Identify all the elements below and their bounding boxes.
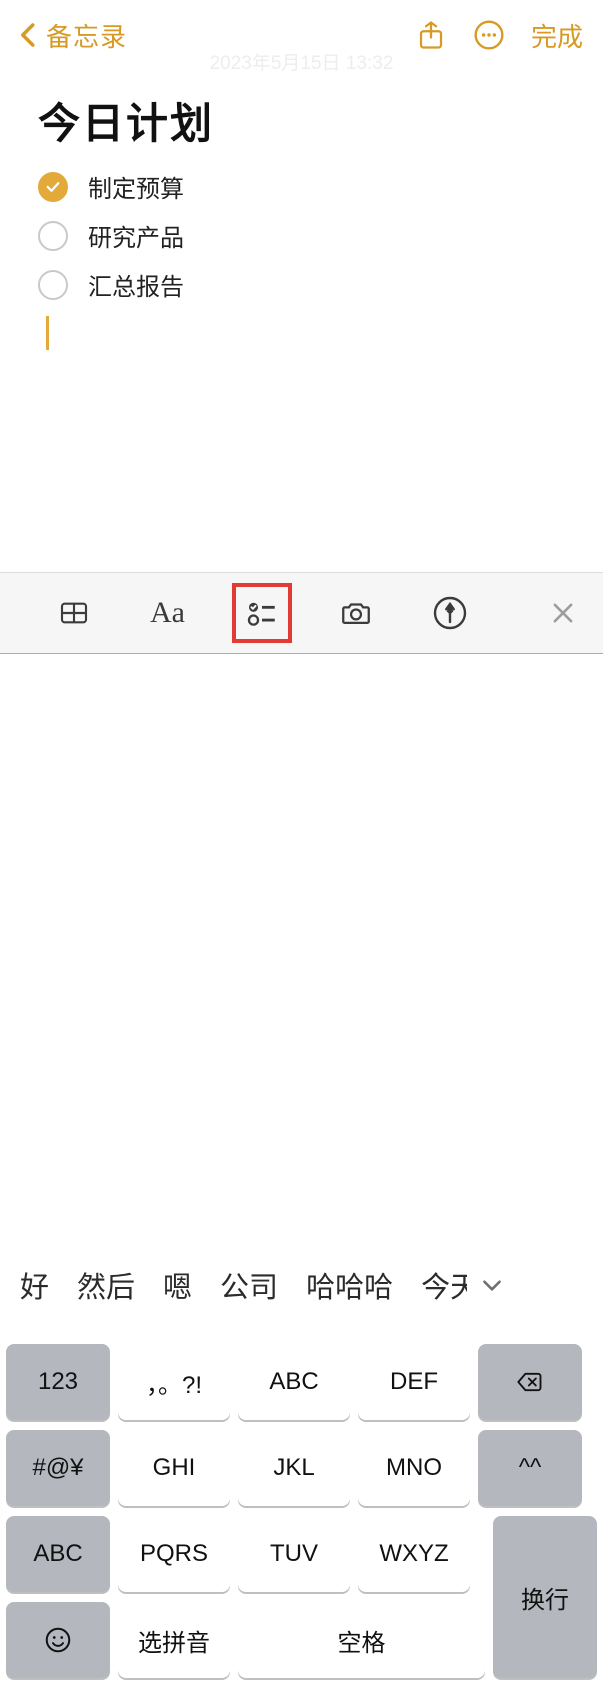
- key-jkl[interactable]: JKL: [238, 1430, 350, 1506]
- key-pinyin[interactable]: 选拼音: [118, 1602, 230, 1678]
- checkbox-unchecked[interactable]: [38, 221, 68, 251]
- more-button[interactable]: [465, 11, 513, 59]
- ellipsis-circle-icon: [473, 19, 505, 51]
- pen-circle-icon: [432, 595, 468, 631]
- checklist-item-text[interactable]: 制定预算: [88, 169, 184, 204]
- camera-button[interactable]: [326, 583, 386, 643]
- share-button[interactable]: [407, 11, 455, 59]
- suggestion[interactable]: 然后: [63, 1264, 149, 1306]
- checklist-item[interactable]: 汇总报告: [38, 267, 565, 302]
- key-emoji[interactable]: [6, 1602, 110, 1678]
- suggestion-expand[interactable]: [467, 1272, 517, 1298]
- suggestion[interactable]: 哈哈哈: [292, 1264, 407, 1306]
- suggestion[interactable]: 今天: [407, 1264, 467, 1306]
- keyboard-grid: 123 ，。?! ABC DEF #@¥ GHI JKL MNO ^^: [0, 1344, 603, 1684]
- camera-icon: [337, 596, 375, 630]
- note-toolbar: Aa: [0, 572, 603, 654]
- key-tuv[interactable]: TUV: [238, 1516, 350, 1592]
- key-pqrs[interactable]: PQRS: [118, 1516, 230, 1592]
- suggestion-row: 好 然后 嗯 公司 哈哈哈 今天: [0, 1226, 603, 1344]
- chevron-down-icon: [479, 1272, 505, 1298]
- close-icon: [549, 599, 577, 627]
- checklist-button[interactable]: [232, 583, 292, 643]
- key-ghi[interactable]: GHI: [118, 1430, 230, 1506]
- key-def[interactable]: DEF: [358, 1344, 470, 1420]
- note-title[interactable]: 今日计划: [38, 90, 565, 151]
- done-button[interactable]: 完成: [531, 17, 583, 54]
- key-abc-mode[interactable]: ABC: [6, 1516, 110, 1592]
- key-emoticon[interactable]: ^^: [478, 1430, 582, 1506]
- share-icon: [416, 18, 446, 52]
- key-symbols[interactable]: #@¥: [6, 1430, 110, 1506]
- key-punctuation[interactable]: ，。?!: [118, 1344, 230, 1420]
- checkbox-unchecked[interactable]: [38, 270, 68, 300]
- table-button[interactable]: [44, 583, 104, 643]
- key-numbers[interactable]: 123: [6, 1344, 110, 1420]
- key-wxyz[interactable]: WXYZ: [358, 1516, 470, 1592]
- toolbar-close-button[interactable]: [523, 599, 603, 627]
- key-mno[interactable]: MNO: [358, 1430, 470, 1506]
- checklist-icon: [243, 596, 281, 630]
- emoji-icon: [43, 1625, 73, 1655]
- key-abc[interactable]: ABC: [238, 1344, 350, 1420]
- key-space[interactable]: 空格: [238, 1602, 485, 1678]
- key-enter[interactable]: 换行: [493, 1516, 597, 1678]
- format-button[interactable]: Aa: [138, 583, 198, 643]
- check-icon: [44, 178, 62, 196]
- table-icon: [55, 597, 93, 629]
- checklist-item-text[interactable]: 研究产品: [88, 218, 184, 253]
- back-label: 备忘录: [46, 17, 127, 54]
- checklist-item[interactable]: 研究产品: [38, 218, 565, 253]
- checklist-item[interactable]: 制定预算: [38, 169, 565, 204]
- markup-button[interactable]: [420, 583, 480, 643]
- suggestion[interactable]: 嗯: [149, 1264, 206, 1306]
- back-button[interactable]: 备忘录: [14, 17, 127, 54]
- chevron-left-icon: [14, 20, 44, 50]
- checklist-item-text[interactable]: 汇总报告: [88, 267, 184, 302]
- text-cursor: [46, 316, 49, 350]
- key-backspace[interactable]: [478, 1344, 582, 1420]
- backspace-icon: [513, 1368, 547, 1396]
- checklist: 制定预算 研究产品 汇总报告: [38, 169, 565, 302]
- format-icon: Aa: [150, 596, 185, 630]
- suggestion[interactable]: 公司: [206, 1264, 292, 1306]
- note-body[interactable]: 今日计划 制定预算 研究产品 汇总报告: [0, 70, 603, 350]
- checkbox-checked[interactable]: [38, 172, 68, 202]
- suggestion[interactable]: 好: [6, 1264, 63, 1306]
